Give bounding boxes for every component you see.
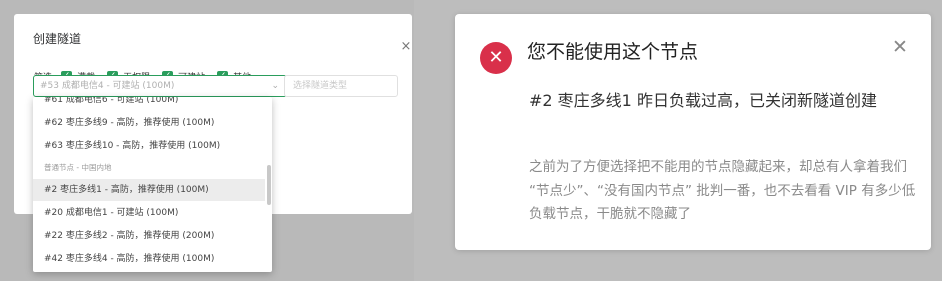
notice-note: 之前为了方便选择把不能用的节点隐藏起来，却总有人拿着我们 “节点少”、“没有国内…: [529, 159, 916, 222]
notice-title: 您不能使用这个节点: [527, 41, 699, 63]
dropdown-scrollbar[interactable]: [267, 165, 271, 205]
dropdown-item[interactable]: #42 枣庄多线4 - 高防，推荐使用 (100M): [33, 248, 265, 270]
dropdown-item[interactable]: #61 成都电信6 - 可建站 (100M): [33, 97, 265, 111]
dropdown-group-label: 普通节点 - 中国内地: [44, 163, 112, 172]
node-dropdown: #61 成都电信6 - 可建站 (100M) #62 枣庄多线9 - 高防，推荐…: [33, 97, 272, 272]
dialog-title: 创建隧道: [33, 32, 82, 46]
right-screenshot-panel: ✕ 您不能使用这个节点 ✕ #2 枣庄多线1 昨日负载过高，已关闭新隧道创建 之…: [414, 0, 942, 281]
dropdown-item[interactable]: #62 枣庄多线9 - 高防，推荐使用 (100M): [33, 112, 265, 134]
tunnel-type-placeholder: 选择隧道类型: [293, 81, 348, 91]
close-icon[interactable]: ✕: [891, 37, 909, 57]
notice-message: #2 枣庄多线1 昨日负载过高，已关闭新隧道创建: [529, 91, 877, 110]
error-notice-dialog: ✕ 您不能使用这个节点 ✕ #2 枣庄多线1 昨日负载过高，已关闭新隧道创建 之…: [455, 14, 931, 250]
node-select-value: #53 成都电信4 - 可建站 (100M): [40, 81, 175, 91]
node-select[interactable]: #53 成都电信4 - 可建站 (100M) ⌄: [33, 75, 287, 97]
dropdown-item[interactable]: #63 枣庄多线10 - 高防，推荐使用 (100M): [33, 135, 265, 157]
dropdown-item[interactable]: #22 枣庄多线2 - 高防，推荐使用 (200M): [33, 225, 265, 247]
error-icon: ✕: [480, 42, 512, 74]
tunnel-type-select[interactable]: 选择隧道类型: [284, 75, 398, 97]
chevron-down-icon: ⌄: [271, 81, 279, 91]
left-screenshot-panel: 创建隧道 × 筛选: ✓ 满载 ✓ 无权限 ✓ 可建站 ✓ 其他 #53 成都电…: [0, 0, 414, 281]
dropdown-item[interactable]: #20 成都电信1 - 可建站 (100M): [33, 202, 265, 224]
close-icon[interactable]: ×: [399, 40, 413, 54]
dropdown-item-selected[interactable]: #2 枣庄多线1 - 高防，推荐使用 (100M): [33, 179, 265, 201]
